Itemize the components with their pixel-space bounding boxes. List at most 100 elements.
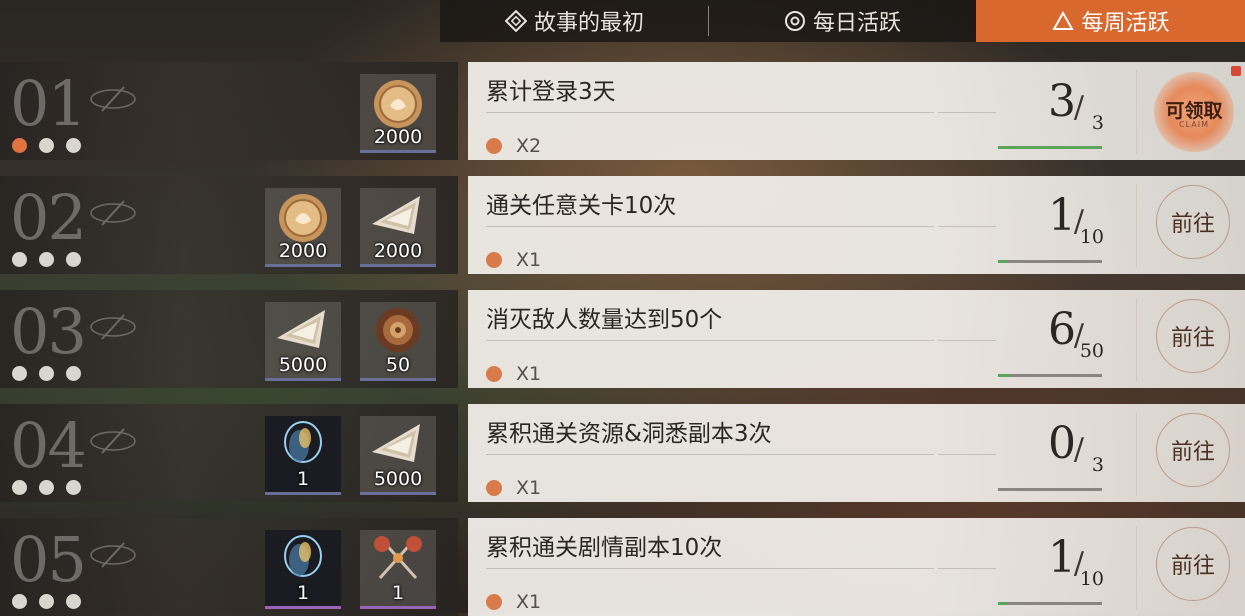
reward-multiplier: X1 (516, 249, 542, 271)
tab-bar: 故事的最初 每日活跃 每周活跃 (440, 0, 1245, 42)
task-row: 03 5000 50 消灭敌人数量达到50个 X1 6 / 50 前往 (0, 290, 1245, 388)
reward-quantity: 5000 (278, 354, 328, 376)
dot (12, 366, 27, 381)
multiplier-dot-icon (486, 138, 502, 154)
reward-item[interactable]: 2000 (360, 74, 436, 153)
multiplier-dot-icon (486, 366, 502, 382)
task-reward-panel: 02 2000 2000 (0, 176, 458, 274)
task-index: 01 (10, 67, 87, 140)
index-ornament-icon (90, 86, 136, 112)
divider (486, 112, 934, 113)
dot (66, 594, 81, 609)
go-button[interactable]: 前往 (1156, 413, 1230, 487)
reward-multiplier: X1 (516, 591, 542, 613)
reward-item[interactable]: 1 (360, 530, 436, 609)
divider (486, 568, 934, 569)
divider (486, 454, 934, 455)
dot (66, 366, 81, 381)
index-ornament-icon (90, 428, 136, 454)
task-title: 累积通关资源&洞悉副本3次 (486, 421, 772, 447)
divider (938, 454, 996, 455)
task-reward-panel: 01 2000 (0, 62, 458, 160)
progress-current: 3 (1048, 76, 1076, 127)
reward-item[interactable]: 5000 (360, 416, 436, 495)
task-reward-panel: 05 1 1 (0, 518, 458, 616)
task-card: 通关任意关卡10次 X1 1 / 10 前往 (468, 176, 1245, 274)
task-index: 05 (10, 523, 87, 596)
progress-bar (998, 488, 1102, 491)
dot (66, 480, 81, 495)
tab-weekly-active[interactable]: 每周活跃 (976, 0, 1245, 42)
multiplier-dot-icon (486, 594, 502, 610)
reward-quantity: 2000 (373, 240, 423, 262)
task-index: 03 (10, 295, 87, 368)
go-button[interactable]: 前往 (1156, 299, 1230, 373)
dot (39, 480, 54, 495)
progress-slash: / (1073, 432, 1084, 467)
progress-bar (998, 602, 1102, 605)
dot (12, 138, 27, 153)
progress-total: 3 (1091, 112, 1104, 134)
go-button[interactable]: 前往 (1156, 527, 1230, 601)
page-dots (12, 252, 81, 267)
progress-current: 1 (1048, 190, 1076, 241)
multiplier-dot-icon (486, 252, 502, 268)
task-card: 累积通关资源&洞悉副本3次 X1 0 / 3 前往 (468, 404, 1245, 502)
page-dots (12, 594, 81, 609)
go-button[interactable]: 前往 (1156, 185, 1230, 259)
task-title: 累计登录3天 (486, 79, 616, 105)
progress-bar (998, 146, 1102, 149)
divider (486, 226, 934, 227)
page-dots (12, 480, 81, 495)
dot (39, 594, 54, 609)
progress-counter: 0 / 3 (1030, 418, 1104, 478)
task-title: 累积通关剧情副本10次 (486, 535, 723, 561)
reward-item[interactable]: 1 (265, 530, 341, 609)
task-row: 05 11 累积通关剧情副本10次 X1 1 / 10 前往 (0, 518, 1245, 616)
progress-counter: 1 / 10 (1030, 532, 1104, 592)
reward-item[interactable]: 2000 (360, 188, 436, 267)
triangle-icon (1051, 9, 1075, 33)
task-card: 累计登录3天 X2 3 / 3 可领取 CLAIM (468, 62, 1245, 160)
claim-sublabel: CLAIM (1179, 120, 1209, 129)
tab-label: 故事的最初 (533, 11, 644, 36)
progress-fill (998, 374, 1011, 377)
progress-fill (998, 260, 1009, 263)
page-dots (12, 138, 81, 153)
reward-multiplier: X2 (516, 135, 542, 157)
dot (39, 252, 54, 267)
dot (12, 594, 27, 609)
task-index: 02 (10, 181, 87, 254)
claim-button[interactable]: 可领取 CLAIM (1154, 72, 1234, 152)
tab-label: 每周活跃 (1081, 11, 1170, 36)
task-card: 消灭敌人数量达到50个 X1 6 / 50 前往 (468, 290, 1245, 388)
reward-item[interactable]: 1 (265, 416, 341, 495)
reward-item[interactable]: 50 (360, 302, 436, 381)
index-ornament-icon (90, 542, 136, 568)
progress-total: 3 (1091, 454, 1104, 476)
divider (1136, 184, 1137, 268)
task-row: 01 2000 累计登录3天 X2 3 / 3 可领取 CLAIM (0, 62, 1245, 160)
task-card: 累积通关剧情副本10次 X1 1 / 10 前往 (468, 518, 1245, 616)
progress-total: 10 (1079, 226, 1104, 248)
diamond-icon (504, 9, 528, 33)
progress-total: 10 (1079, 568, 1104, 590)
index-ornament-icon (90, 200, 136, 226)
dot (12, 252, 27, 267)
progress-current: 0 (1048, 418, 1076, 469)
divider (1136, 526, 1137, 610)
claim-label: 可领取 (1165, 100, 1223, 122)
dot (66, 138, 81, 153)
reward-item[interactable]: 5000 (265, 302, 341, 381)
reward-multiplier: X1 (516, 477, 542, 499)
reward-multiplier: X1 (516, 363, 542, 385)
reward-quantity: 2000 (278, 240, 328, 262)
reward-quantity: 1 (296, 468, 310, 490)
reward-quantity: 50 (385, 354, 411, 376)
task-title: 通关任意关卡10次 (486, 193, 677, 219)
tab-story-beginning[interactable]: 故事的最初 (440, 0, 708, 42)
tab-daily-active[interactable]: 每日活跃 (708, 0, 976, 42)
target-icon (783, 9, 807, 33)
divider (938, 568, 996, 569)
reward-item[interactable]: 2000 (265, 188, 341, 267)
